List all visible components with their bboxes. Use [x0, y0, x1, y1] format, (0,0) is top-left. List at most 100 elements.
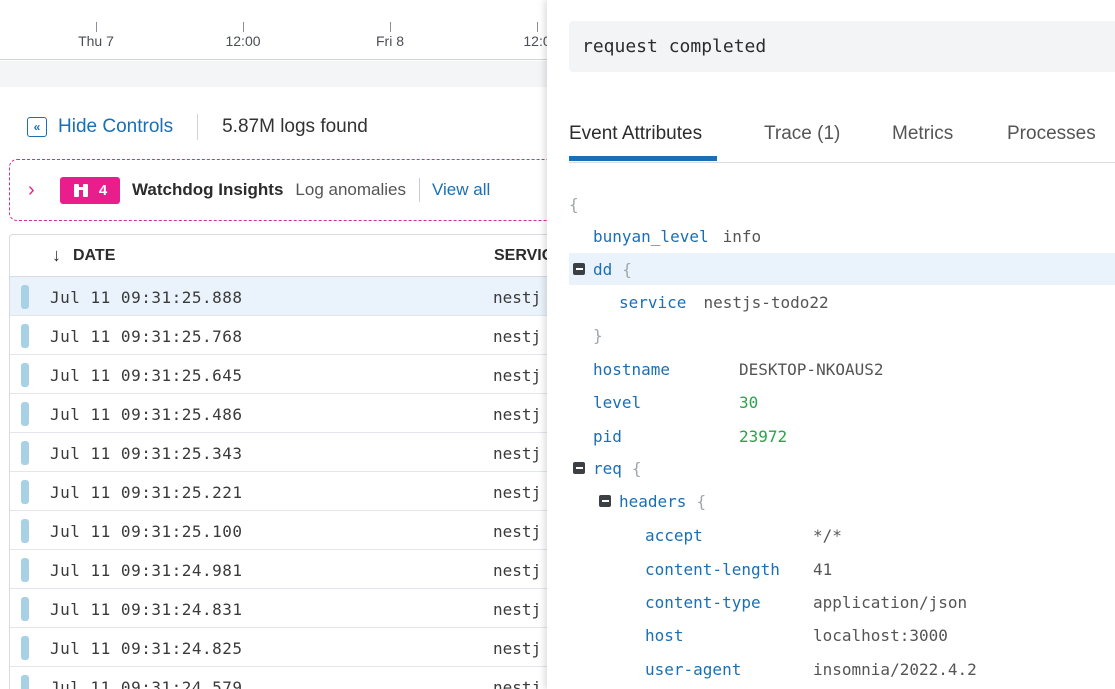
json-row-accept: accept */* [645, 519, 842, 551]
row-service: nestj [493, 522, 542, 541]
json-row-bunyan-level: bunyan_level info [593, 220, 761, 252]
table-row[interactable]: Jul 11 09:31:25.645 nestj [10, 355, 547, 394]
json-key[interactable]: hostname [593, 360, 739, 379]
json-key[interactable]: pid [593, 427, 739, 446]
table-row[interactable]: Jul 11 09:31:25.221 nestj [10, 472, 547, 511]
json-row-headers: headers { [599, 485, 706, 517]
json-value[interactable]: 23972 [739, 427, 787, 446]
row-date: Jul 11 09:31:24.825 [50, 639, 243, 658]
date-column-header[interactable]: ↓ DATE [52, 245, 115, 266]
row-service: nestj [493, 561, 542, 580]
json-key[interactable]: service [619, 293, 686, 312]
status-bar [21, 558, 29, 582]
json-close-brace: } [593, 325, 603, 345]
status-bar [21, 441, 29, 465]
json-value[interactable]: 41 [813, 560, 832, 579]
json-value[interactable]: application/json [813, 593, 967, 612]
table-row[interactable]: Jul 11 09:31:25.100 nestj [10, 511, 547, 550]
sort-desc-icon: ↓ [52, 245, 61, 265]
timeline-axis[interactable]: Thu 7 12:00 Fri 8 12:0 [0, 0, 547, 60]
log-detail-panel: request completed Event Attributes Trace… [547, 0, 1115, 689]
collapse-icon[interactable] [573, 462, 585, 474]
row-date: Jul 11 09:31:24.981 [50, 561, 243, 580]
insights-badge: 4 [60, 176, 120, 204]
divider [197, 114, 199, 140]
json-key[interactable]: dd [593, 260, 612, 279]
collapse-icon[interactable] [599, 495, 611, 507]
json-key[interactable]: host [645, 626, 813, 645]
timeline-tick [243, 22, 244, 32]
timeline-tick-label: Thu 7 [78, 33, 114, 49]
json-value[interactable]: nestjs-todo22 [703, 293, 828, 312]
log-explorer-panel: Thu 7 12:00 Fri 8 12:0 « Hide Controls 5… [0, 0, 547, 689]
status-bar [21, 285, 29, 309]
watchdog-subtitle: Log anomalies [295, 180, 406, 199]
hide-controls-button[interactable]: « Hide Controls [27, 116, 173, 138]
json-row-user-agent: user-agent insomnia/2022.4.2 [645, 653, 977, 685]
json-value[interactable]: localhost:3000 [813, 626, 948, 645]
json-row-hostname: hostname DESKTOP-NKOAUS2 [593, 353, 884, 385]
table-row[interactable]: Jul 11 09:31:25.768 nestj [10, 316, 547, 355]
json-row-req: req { [573, 452, 642, 484]
json-key[interactable]: level [593, 393, 739, 412]
json-value[interactable]: DESKTOP-NKOAUS2 [739, 360, 884, 379]
json-value[interactable]: info [723, 227, 762, 246]
json-row-content-type: content-type application/json [645, 586, 967, 618]
tab-processes[interactable]: Processes [1007, 123, 1096, 145]
table-row[interactable]: Jul 11 09:31:24.831 nestj [10, 589, 547, 628]
json-key[interactable]: req [593, 459, 622, 478]
json-key[interactable]: user-agent [645, 660, 813, 679]
timeline-tick-label: 12:0 [523, 33, 547, 49]
json-row-level: level 30 [593, 386, 758, 418]
insights-count: 4 [98, 181, 108, 199]
json-value[interactable]: */* [813, 526, 842, 545]
timeline-tick [537, 22, 538, 32]
row-date: Jul 11 09:31:25.221 [50, 483, 243, 502]
status-bar [21, 675, 29, 689]
json-row-dd: dd { [569, 253, 1115, 285]
watchdog-insights-banner[interactable]: › 4 Watchdog Insights Log anomalies View… [9, 159, 547, 221]
collapse-icon[interactable] [573, 263, 585, 275]
date-column-label: DATE [73, 246, 116, 264]
json-row-content-length: content-length 41 [645, 553, 832, 585]
row-date: Jul 11 09:31:25.486 [50, 405, 243, 424]
tab-metrics[interactable]: Metrics [892, 123, 953, 145]
json-row-pid: pid 23972 [593, 420, 787, 452]
json-key[interactable]: content-type [645, 593, 813, 612]
json-value[interactable]: 30 [739, 393, 758, 412]
row-date: Jul 11 09:31:25.343 [50, 444, 243, 463]
row-service: nestj [493, 288, 542, 307]
status-bar [21, 402, 29, 426]
timeline-tick [96, 22, 97, 32]
view-all-link[interactable]: View all [432, 180, 490, 200]
table-row[interactable]: Jul 11 09:31:25.486 nestj [10, 394, 547, 433]
status-bar [21, 480, 29, 504]
table-row[interactable]: Jul 11 09:31:24.579 nestj [10, 667, 547, 689]
service-column-header[interactable]: SERVIC [494, 247, 547, 265]
json-row-host: host localhost:3000 [645, 619, 948, 651]
json-key[interactable]: bunyan_level [593, 227, 709, 246]
table-row[interactable]: Jul 11 09:31:25.888 nestj [10, 277, 547, 316]
json-row-service: service nestjs-todo22 [619, 286, 829, 318]
detail-tabs: Event Attributes Trace (1) Metrics Proce… [569, 118, 1115, 163]
table-row[interactable]: Jul 11 09:31:24.825 nestj [10, 628, 547, 667]
json-value[interactable]: insomnia/2022.4.2 [813, 660, 977, 679]
status-bar [21, 636, 29, 660]
status-bar [21, 324, 29, 348]
row-service: nestj [493, 483, 542, 502]
status-bar [21, 597, 29, 621]
status-bar [21, 363, 29, 387]
table-header: ↓ DATE SERVIC [10, 235, 547, 277]
logs-table: ↓ DATE SERVIC Jul 11 09:31:25.888 nestj … [9, 234, 547, 689]
json-key[interactable]: content-length [645, 560, 813, 579]
timeline-footer [0, 61, 547, 87]
logs-found-count: 5.87M logs found [222, 116, 368, 137]
chevron-right-icon[interactable]: › [28, 179, 48, 202]
tab-trace[interactable]: Trace (1) [764, 123, 840, 145]
table-row[interactable]: Jul 11 09:31:24.981 nestj [10, 550, 547, 589]
table-row[interactable]: Jul 11 09:31:25.343 nestj [10, 433, 547, 472]
json-key[interactable]: accept [645, 526, 813, 545]
watchdog-title: Watchdog Insights [132, 180, 284, 199]
json-key[interactable]: headers [619, 492, 686, 511]
tab-event-attributes[interactable]: Event Attributes [569, 123, 702, 145]
